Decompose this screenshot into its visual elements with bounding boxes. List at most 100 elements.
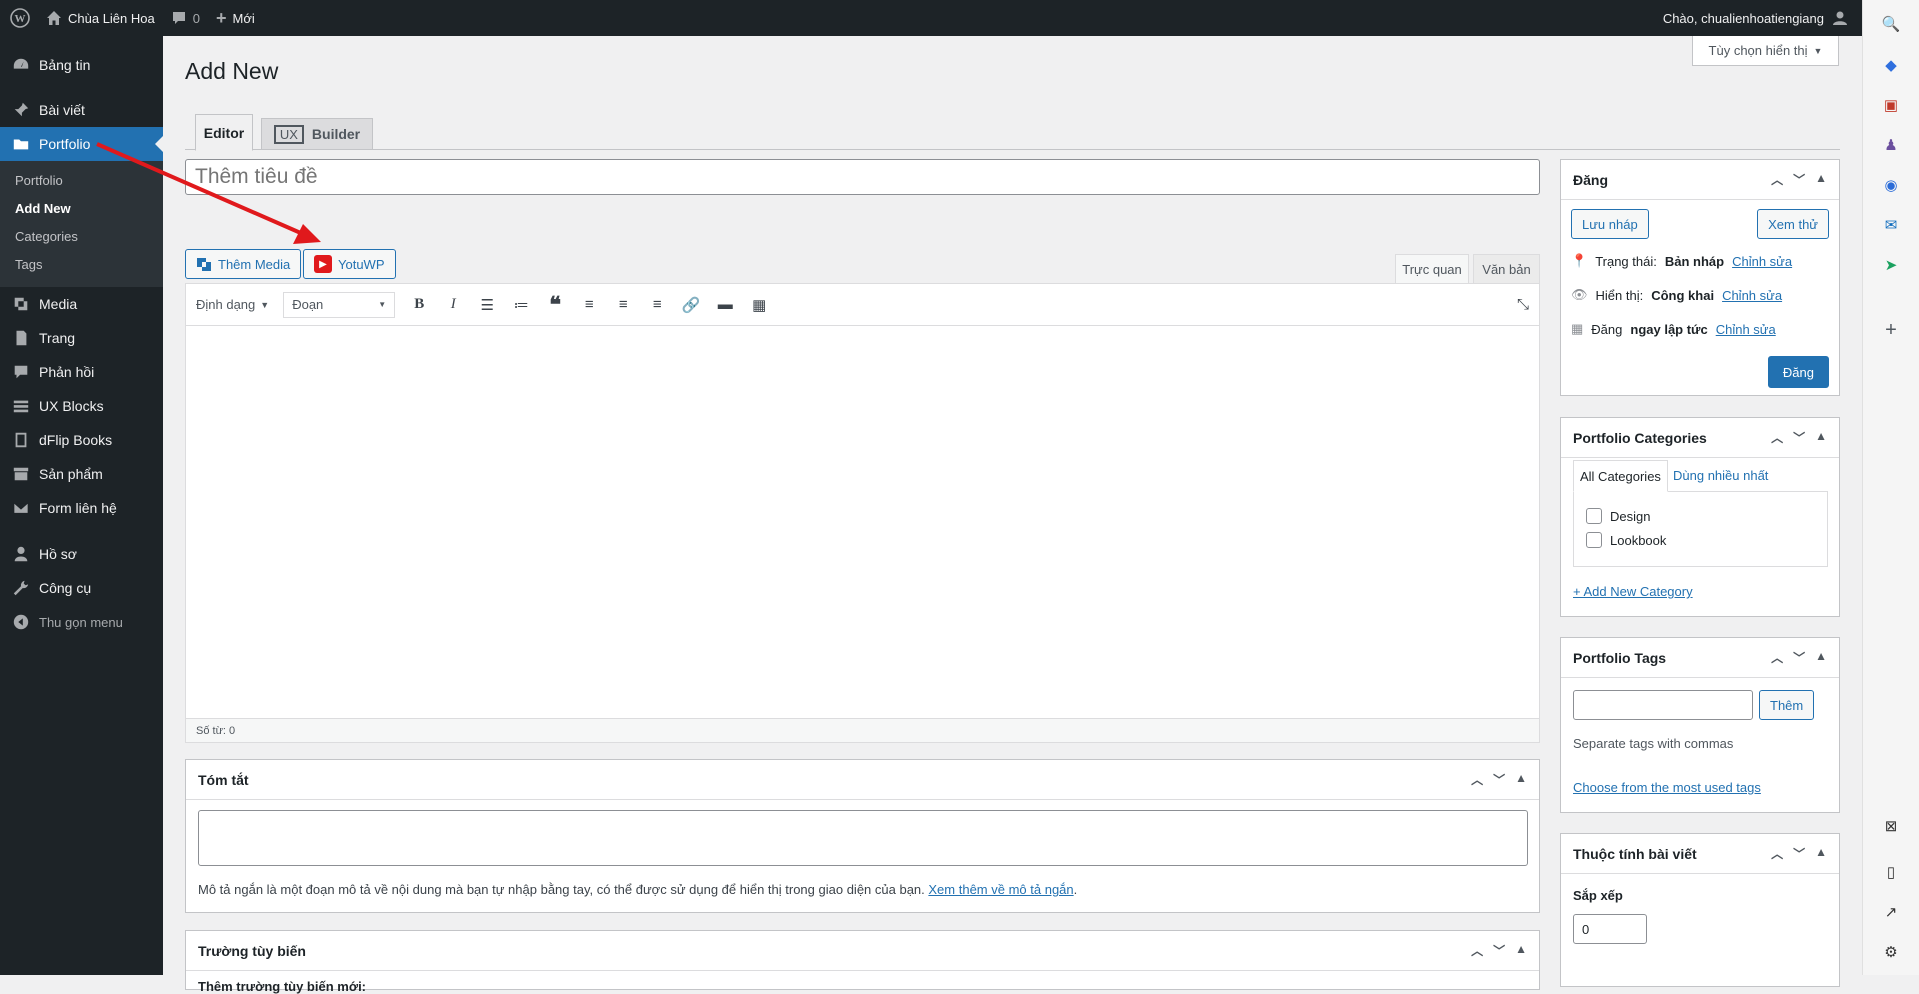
caret-down-icon: ▼ [378, 300, 387, 309]
tab-most-used[interactable]: Dùng nhiều nhất [1673, 468, 1768, 483]
move-down-icon[interactable]: ﹀ [1793, 845, 1805, 862]
paragraph-select[interactable]: Đoạn ▼ [283, 291, 396, 318]
menu-ux-blocks[interactable]: UX Blocks [0, 389, 163, 423]
menu-dflip-books[interactable]: dFlip Books [0, 423, 163, 457]
move-up-icon[interactable]: ︿ [1771, 649, 1783, 666]
status-bar: Số từ: 0 [186, 718, 1539, 742]
excerpt-textarea[interactable] [198, 810, 1528, 866]
menu-label: Công cụ [39, 580, 92, 596]
choose-tags-link[interactable]: Choose from the most used tags [1573, 780, 1761, 795]
menu-profile[interactable]: Hồ sơ [0, 537, 163, 571]
submenu-portfolio[interactable]: Portfolio [0, 167, 163, 195]
external-link-icon[interactable]: ↗ [1881, 902, 1901, 922]
tab-text[interactable]: Văn bản [1473, 254, 1540, 284]
custom-fields-header: Trường tùy biến ︿ ﹀ ▲ [186, 931, 1539, 971]
category-lookbook[interactable]: Lookbook [1586, 532, 1666, 548]
toggle-icon[interactable]: ▲ [1515, 942, 1527, 959]
screen-options-button[interactable]: Tùy chọn hiển thị ▼ [1692, 36, 1839, 66]
menu-label: Trang [39, 330, 76, 346]
bullet-list-icon[interactable]: ☰ [477, 296, 497, 314]
comments-link[interactable]: 0 [163, 0, 208, 36]
toggle-icon[interactable]: ▲ [1515, 771, 1527, 788]
bold-icon[interactable]: B [409, 296, 429, 313]
category-design[interactable]: Design [1586, 508, 1650, 524]
link-icon[interactable]: 🔗 [681, 296, 701, 314]
align-left-icon[interactable]: ≡ [579, 296, 599, 313]
read-more-icon[interactable]: ▬ [715, 296, 735, 313]
preview-button[interactable]: Xem thử [1757, 209, 1829, 239]
briefcase-icon[interactable]: ▣ [1881, 95, 1901, 115]
menu-media[interactable]: Media [0, 287, 163, 321]
move-up-icon[interactable]: ︿ [1771, 845, 1783, 862]
edit-schedule-link[interactable]: Chỉnh sửa [1716, 322, 1776, 337]
numbered-list-icon[interactable]: ≔ [511, 296, 531, 314]
submenu-tags[interactable]: Tags [0, 251, 163, 279]
settings-gear-icon[interactable]: ⚙ [1881, 942, 1901, 962]
move-up-icon[interactable]: ︿ [1471, 771, 1483, 788]
format-dropdown[interactable]: Định dạng ▼ [196, 297, 269, 312]
submenu-add-new[interactable]: Add New [0, 195, 163, 223]
save-draft-button[interactable]: Lưu nháp [1571, 209, 1649, 239]
move-down-icon[interactable]: ﹀ [1493, 771, 1505, 788]
menu-contact-form[interactable]: Form liên hệ [0, 491, 163, 525]
add-icon[interactable]: + [1881, 319, 1901, 341]
move-down-icon[interactable]: ﹀ [1493, 942, 1505, 959]
tag-icon[interactable]: ◆ [1881, 55, 1901, 75]
screenshot-icon[interactable]: ⊠ [1881, 816, 1901, 836]
excerpt-learn-more-link[interactable]: Xem thêm về mô tả ngắn [928, 882, 1073, 897]
wordpress-logo-icon[interactable]: W [0, 0, 38, 36]
fullscreen-icon[interactable]: ⤡ [1517, 296, 1529, 313]
menu-tools[interactable]: Công cụ [0, 571, 163, 605]
menu-products[interactable]: Sản phẩm [0, 457, 163, 491]
lookbook-checkbox[interactable] [1586, 532, 1602, 548]
edit-status-link[interactable]: Chỉnh sửa [1732, 254, 1792, 269]
menu-posts[interactable]: Bài viết [0, 93, 163, 127]
add-tag-button[interactable]: Thêm [1759, 690, 1815, 720]
tab-all-categories[interactable]: All Categories [1573, 460, 1668, 492]
toolbar-toggle-icon[interactable]: ▦ [749, 296, 769, 314]
caret-down-icon: ▼ [260, 299, 270, 310]
new-content-link[interactable]: + Mới [208, 0, 263, 36]
order-field[interactable]: 0 [1573, 914, 1647, 944]
menu-dashboard[interactable]: Bảng tin [0, 48, 163, 82]
toggle-icon[interactable]: ▲ [1815, 171, 1827, 188]
copilot-icon[interactable]: ◉ [1881, 175, 1901, 195]
svg-text:W: W [15, 13, 26, 25]
submenu-categories[interactable]: Categories [0, 223, 163, 251]
toggle-icon[interactable]: ▲ [1815, 845, 1827, 862]
my-account[interactable]: Chào, chualienhoatiengiang [1663, 10, 1862, 26]
search-icon[interactable]: 🔍 [1881, 14, 1901, 34]
align-center-icon[interactable]: ≡ [613, 296, 633, 313]
excerpt-box: Tóm tắt ︿ ﹀ ▲ Mô tả ngắn là một đoạn mô tả… [185, 759, 1540, 913]
toggle-icon[interactable]: ▲ [1815, 649, 1827, 666]
menu-pages[interactable]: Trang [0, 321, 163, 355]
move-up-icon[interactable]: ︿ [1771, 171, 1783, 188]
edit-visibility-link[interactable]: Chỉnh sửa [1722, 288, 1782, 303]
move-down-icon[interactable]: ﹀ [1793, 649, 1805, 666]
chess-icon[interactable]: ♟ [1881, 135, 1901, 155]
move-up-icon[interactable]: ︿ [1471, 942, 1483, 959]
tab-visual[interactable]: Trực quan [1395, 254, 1469, 284]
send-icon[interactable]: ➤ [1881, 255, 1901, 275]
new-tag-input[interactable] [1573, 690, 1753, 720]
comment-icon [14, 365, 28, 379]
align-right-icon[interactable]: ≡ [647, 296, 667, 313]
move-down-icon[interactable]: ﹀ [1793, 429, 1805, 446]
toggle-icon[interactable]: ▲ [1815, 429, 1827, 446]
design-checkbox[interactable] [1586, 508, 1602, 524]
outlook-icon[interactable]: ✉ [1881, 215, 1901, 235]
move-down-icon[interactable]: ﹀ [1793, 171, 1805, 188]
editor-content-area[interactable] [186, 326, 1539, 682]
move-up-icon[interactable]: ︿ [1771, 429, 1783, 446]
publish-button[interactable]: Đăng [1767, 356, 1829, 388]
site-name-link[interactable]: Chùa Liên Hoa [38, 0, 163, 36]
status-value: Bản nháp [1664, 253, 1725, 269]
sidebar-toggle-icon[interactable]: ▯ [1881, 862, 1901, 882]
add-new-category-link[interactable]: + Add New Category [1573, 584, 1693, 599]
menu-portfolio[interactable]: Portfolio [0, 127, 163, 161]
italic-icon[interactable]: I [443, 296, 463, 313]
blockquote-icon[interactable]: ❝ [545, 292, 565, 318]
menu-comments[interactable]: Phản hồi [0, 355, 163, 389]
page-icon [16, 330, 27, 346]
menu-collapse[interactable]: Thu gọn menu [0, 605, 163, 639]
